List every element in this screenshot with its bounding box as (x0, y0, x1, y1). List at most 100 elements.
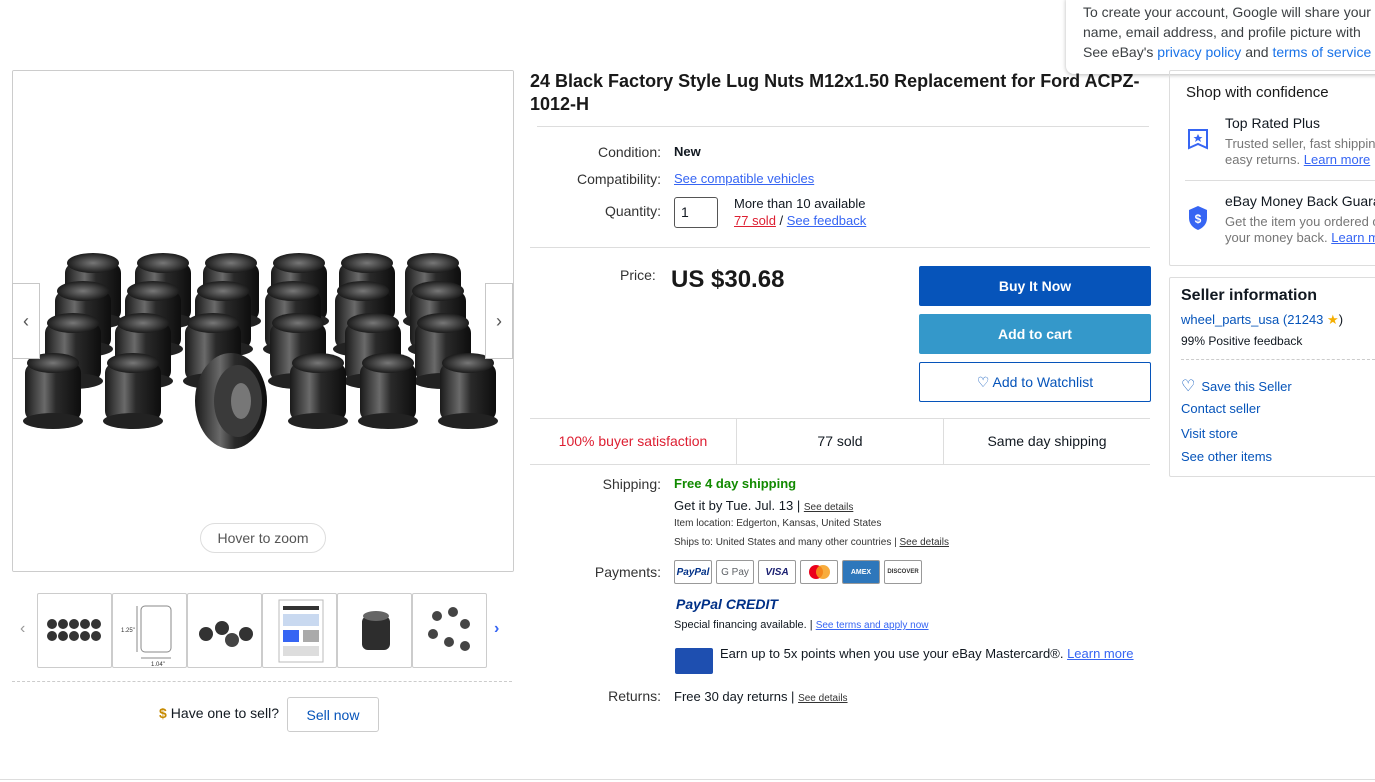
next-image-button[interactable]: › (485, 283, 513, 359)
thumbnail-3[interactable] (187, 593, 262, 668)
returns-see-details-link[interactable]: See details (798, 693, 847, 704)
prev-image-button[interactable]: ‹ (12, 283, 40, 359)
top-rated-title: Top Rated Plus (1225, 115, 1320, 131)
seller-divider (1181, 359, 1375, 360)
thumb-document-icon (278, 599, 324, 663)
thumbnail-4[interactable] (262, 593, 337, 668)
hover-to-zoom-label: Hover to zoom (200, 523, 326, 553)
svg-text:$: $ (1195, 212, 1202, 226)
popup-line-3: See eBay's privacy policy and terms of s… (1083, 42, 1375, 62)
see-feedback-link[interactable]: See feedback (787, 213, 867, 228)
quantity-label: Quantity: (604, 203, 661, 219)
delivery-date-text: Get it by Tue. Jul. 13 | (674, 498, 801, 513)
sold-feedback-row: 77 sold / See feedback (734, 213, 866, 228)
amex-logo: AMEX (842, 560, 880, 584)
thumb-nuts-icon (199, 621, 253, 647)
mastercard-promo: Earn up to 5x points when you use your e… (720, 646, 1140, 662)
seller-name-row: wheel_parts_usa (21243 ★) (1181, 312, 1344, 327)
qty-divider (530, 247, 1150, 248)
chevron-right-icon: › (496, 310, 502, 331)
top-rated-learn-more[interactable]: Learn more (1304, 152, 1370, 167)
thumb-dim-width: 1.04" (151, 662, 165, 668)
buyer-satisfaction-stat: 100% buyer satisfaction (558, 433, 708, 449)
paypal-logo: PayPal (674, 560, 712, 584)
ships-to-see-details-link[interactable]: See details (900, 537, 949, 548)
compatibility-label: Compatibility: (576, 171, 661, 187)
gpay-logo: G Pay (716, 560, 754, 584)
stats-bottom-divider (530, 464, 1150, 465)
thumbnail-6[interactable] (412, 593, 487, 668)
gallery-divider (12, 681, 512, 682)
sold-separator: / (775, 213, 787, 228)
top-rated-badge-icon (1187, 128, 1209, 155)
same-day-shipping-stat: Same day shipping (987, 433, 1107, 449)
sell-now-button[interactable]: Sell now (287, 697, 379, 732)
title-divider (537, 126, 1149, 127)
thumb-prev-icon[interactable]: ‹ (20, 620, 25, 638)
money-back-learn-more[interactable]: Learn more (1331, 230, 1375, 245)
money-back-line2: your money back. (1225, 230, 1328, 245)
thumb-next-icon[interactable]: › (494, 620, 499, 638)
seller-rating-link[interactable]: 21243 (1287, 312, 1323, 327)
thumb-single-nut-icon (362, 611, 390, 650)
mastercard-promo-text: Earn up to 5x points when you use your e… (720, 646, 1064, 661)
buy-it-now-button[interactable]: Buy It Now (919, 266, 1151, 306)
price-value: US $30.68 (671, 266, 785, 293)
compatible-vehicles-link[interactable]: See compatible vehicles (674, 171, 814, 186)
thumbnail-2[interactable]: 1.25" 1.04" (112, 593, 187, 668)
heart-icon: ♡ (1181, 378, 1196, 395)
payments-label: Payments: (594, 564, 661, 580)
top-rated-line2: easy returns. (1225, 152, 1301, 167)
terms-apply-link[interactable]: See terms and apply now (816, 620, 929, 631)
bottom-divider (0, 779, 1375, 780)
condition-label: Condition: (597, 144, 661, 160)
popup-line-1: To create your account, Google will shar… (1083, 4, 1371, 20)
ships-to-text: Ships to: United States and many other c… (674, 537, 897, 548)
visit-store-link[interactable]: Visit store (1181, 426, 1238, 441)
popup-line-2: name, email address, and profile picture… (1083, 24, 1361, 40)
item-location: Item location: Edgerton, Kansas, United … (674, 518, 882, 529)
returns-label: Returns: (608, 688, 661, 704)
top-rated-line2-row: easy returns. Learn more (1225, 152, 1370, 168)
returns-row: Free 30 day returns | See details (674, 689, 848, 704)
confidence-title: Shop with confidence (1186, 84, 1329, 101)
positive-feedback: 99% Positive feedback (1181, 334, 1303, 348)
add-to-watchlist-button[interactable]: ♡ Add to Watchlist (919, 362, 1151, 402)
privacy-policy-link[interactable]: privacy policy (1157, 44, 1241, 60)
condition-value: New (674, 144, 701, 159)
seller-info-title: Seller information (1181, 287, 1318, 304)
top-rated-line1: Trusted seller, fast shipping, and (1225, 136, 1375, 151)
google-signin-popup: To create your account, Google will shar… (1066, 0, 1375, 74)
popup-and: and (1241, 44, 1273, 60)
seller-name-link[interactable]: wheel_parts_usa (1181, 312, 1279, 327)
thumbnail-5[interactable] (337, 593, 412, 668)
quantity-input[interactable]: 1 (674, 197, 718, 228)
ships-to-row: Ships to: United States and many other c… (674, 537, 949, 548)
thumb-nuts-grid-icon (47, 619, 101, 641)
shipping-label: Shipping: (602, 476, 661, 492)
returns-value: Free 30 day returns | (674, 689, 795, 704)
money-back-title: eBay Money Back Guarantee (1225, 193, 1375, 209)
confidence-divider (1185, 180, 1375, 181)
main-product-image[interactable] (12, 70, 514, 572)
ebay-mastercard-icon (675, 648, 713, 674)
terms-link[interactable]: terms of service (1272, 44, 1371, 60)
add-to-cart-button[interactable]: Add to cart (919, 314, 1151, 354)
financing-text: Special financing available. | (674, 619, 813, 631)
thumb-scattered-nuts-icon (428, 607, 470, 651)
mastercard-learn-more-link[interactable]: Learn more (1067, 646, 1133, 661)
sold-count-link[interactable]: 77 sold (734, 213, 776, 228)
thumb-dimension-diagram-icon: 1.25" 1.04" (121, 605, 172, 668)
mastercard-logo (800, 560, 838, 584)
delivery-date-row: Get it by Tue. Jul. 13 | See details (674, 498, 853, 513)
save-seller-button[interactable]: ♡ Save this Seller (1181, 376, 1292, 396)
shipping-see-details-link[interactable]: See details (804, 502, 853, 513)
shield-icon: $ (1187, 205, 1209, 234)
see-other-items-link[interactable]: See other items (1181, 449, 1272, 464)
visa-logo: VISA (758, 560, 796, 584)
financing-row: Special financing available. | See terms… (674, 619, 929, 631)
popup-line-3-prefix: See eBay's (1083, 44, 1158, 60)
contact-seller-link[interactable]: Contact seller (1181, 401, 1260, 416)
thumbnail-1[interactable] (37, 593, 112, 668)
have-one-to-sell: $ Have one to sell? (159, 705, 279, 721)
